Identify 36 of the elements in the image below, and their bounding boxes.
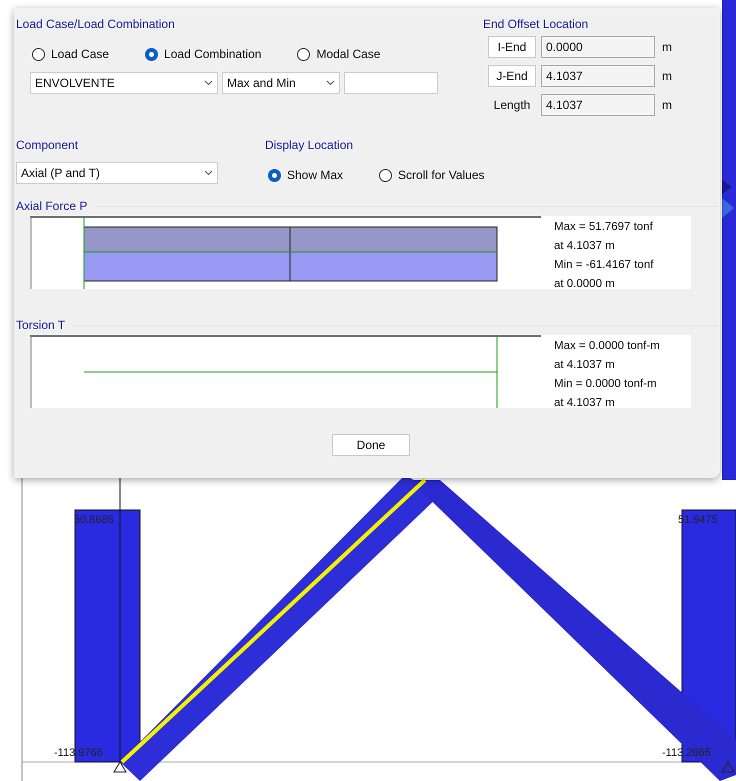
section-title: Component: [16, 137, 80, 154]
radio-option[interactable]: Modal Case: [297, 45, 380, 63]
unit-label: m: [662, 97, 672, 114]
section-title: Torsion T: [16, 317, 66, 334]
radio-option[interactable]: Load Case: [32, 45, 110, 63]
result-text: Max = 51.7697 tonf: [554, 220, 654, 235]
result-text: at 4.1037 m: [554, 358, 616, 373]
chevron-icon: [204, 170, 213, 176]
offset-field[interactable]: 4.1037: [541, 65, 655, 87]
offset-button[interactable]: J-End: [488, 65, 536, 87]
chevron-icon: [326, 80, 335, 86]
result-text: at 4.1037 m: [554, 396, 616, 411]
section-title: Axial Force P: [16, 198, 88, 215]
radio-option[interactable]: Load Combination: [145, 45, 262, 63]
done-button[interactable]: Done: [332, 434, 410, 456]
result-text: Max = 0.0000 tonf-m: [554, 339, 661, 354]
dropdown[interactable]: Max and Min: [222, 72, 340, 94]
radio-option[interactable]: Show Max: [268, 166, 344, 184]
section-title: Load Case/Load Combination: [16, 16, 176, 33]
section-title: Display Location: [265, 137, 354, 154]
input-field[interactable]: [344, 72, 438, 94]
dropdown[interactable]: Axial (P and T): [16, 162, 218, 184]
result-text: at 4.1037 m: [554, 239, 616, 254]
result-text: Min = -61.4167 tonf: [554, 258, 654, 273]
result-text: Min = 0.0000 tonf-m: [554, 377, 658, 392]
section-title: End Offset Location: [482, 16, 590, 33]
unit-label: m: [662, 39, 672, 56]
unit-label: m: [662, 68, 672, 85]
offset-button[interactable]: I-End: [488, 36, 536, 58]
offset-field[interactable]: 0.0000: [541, 36, 655, 58]
dropdown[interactable]: ENVOLVENTE: [30, 72, 218, 94]
result-text: at 0.0000 m: [554, 277, 616, 292]
offset-field[interactable]: 4.1037: [541, 94, 655, 116]
radio-option[interactable]: Scroll for Values: [379, 166, 485, 184]
chevron-icon: [204, 80, 213, 86]
field-label: Length: [492, 97, 532, 114]
